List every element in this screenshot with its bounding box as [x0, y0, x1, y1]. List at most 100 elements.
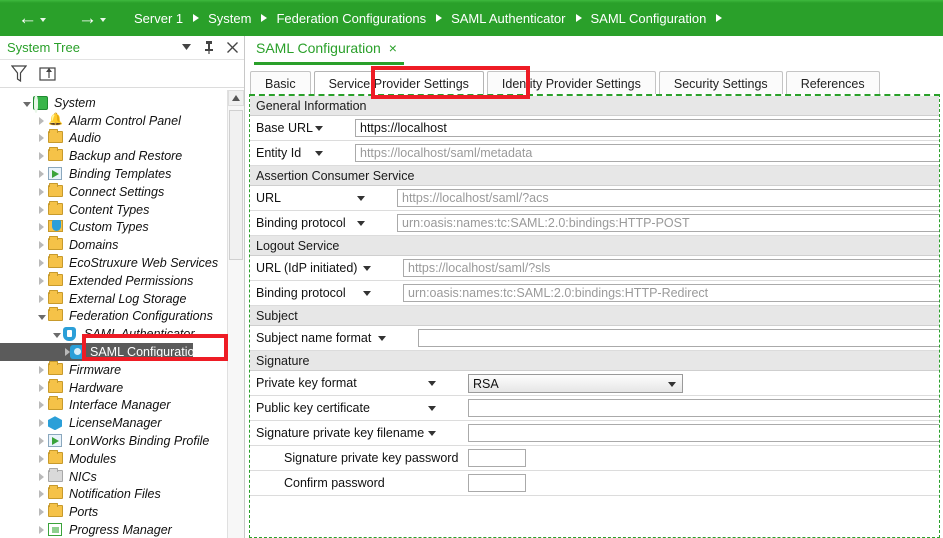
document-tab-saml-configuration[interactable]: SAML Configuration × [256, 40, 397, 56]
breadcrumb-item-4[interactable]: SAML Configuration [589, 11, 709, 26]
tree-expand-closed-icon[interactable] [35, 523, 48, 537]
tree-item-backup-and-restore[interactable]: Backup and Restore [0, 147, 244, 165]
field-dropdown-icon-entity-id[interactable] [315, 151, 323, 156]
breadcrumb-item-2[interactable]: Federation Configurations [274, 11, 428, 26]
system-tree-body[interactable]: System Alarm Control Panel Audio Backup and… [0, 90, 244, 538]
input-signature-private-key-password[interactable] [468, 449, 526, 467]
back-button[interactable]: ← [18, 9, 46, 28]
tab-identity-provider-settings[interactable]: Identity Provider Settings [486, 71, 656, 95]
input-signature-private-key-filename[interactable] [468, 424, 939, 442]
tree-item-external-log-storage[interactable]: External Log Storage [0, 289, 244, 308]
tree-expand-closed-icon[interactable] [35, 381, 48, 395]
tree-expand-closed-icon[interactable] [35, 274, 48, 288]
forward-button[interactable]: → [78, 9, 106, 28]
field-dropdown-icon-subject-name-format[interactable] [378, 336, 386, 341]
chevron-down-icon[interactable] [179, 38, 193, 56]
tree-item-system[interactable]: System [0, 94, 244, 112]
breadcrumb-item-1[interactable]: System [206, 11, 253, 26]
forward-dropdown-icon[interactable] [100, 18, 106, 22]
field-dropdown-icon-binding-protocol[interactable] [363, 291, 371, 296]
back-dropdown-icon[interactable] [40, 18, 46, 22]
breadcrumb-item-0[interactable]: Server 1 [132, 11, 185, 26]
scroll-thumb[interactable] [229, 110, 243, 260]
input-confirm-password[interactable] [468, 474, 526, 492]
tree-item-ports[interactable]: Ports [0, 503, 244, 521]
tree-expand-closed-icon[interactable] [35, 131, 48, 145]
input-binding-protocol[interactable]: urn:oasis:names:tc:SAML:2.0:bindings:HTT… [397, 214, 939, 232]
pin-icon[interactable] [202, 38, 216, 56]
tree-expand-closed-icon[interactable] [35, 238, 48, 252]
settings-tab-strip: Basic Service Provider Settings Identity P… [246, 69, 943, 95]
tree-item-saml-configuration[interactable]: SAML Configuration [0, 343, 201, 361]
tree-item-licensemanager[interactable]: LicenseManager [0, 414, 244, 432]
field-dropdown-icon-binding-protocol[interactable] [357, 221, 365, 226]
combo-private-key-format[interactable]: RSA [468, 374, 683, 393]
tree-item-ecostruxure-web-services[interactable]: EcoStruxure Web Services [0, 254, 244, 272]
tree-item-saml-authenticator[interactable]: SAML Authenticator [0, 325, 244, 343]
combo-chevron-down-icon[interactable] [668, 382, 676, 387]
tree-expand-closed-icon[interactable] [35, 220, 48, 234]
back-arrow-icon[interactable]: ← [18, 9, 37, 28]
tab-service-provider-settings[interactable]: Service Provider Settings [313, 71, 484, 95]
tree-expand-closed-icon[interactable] [35, 185, 48, 199]
input-public-key-certificate[interactable] [468, 399, 939, 417]
tree-item-modules[interactable]: Modules [0, 449, 244, 468]
filter-icon[interactable] [9, 64, 29, 84]
tree-expand-open-icon[interactable] [50, 327, 63, 341]
tree-expand-closed-icon[interactable] [35, 167, 48, 181]
input-binding-protocol[interactable]: urn:oasis:names:tc:SAML:2.0:bindings:HTT… [403, 284, 939, 302]
field-dropdown-icon-base-url[interactable] [315, 126, 323, 131]
tree-expand-closed-icon[interactable] [35, 292, 48, 306]
input-entity-id[interactable]: https://localhost/saml/metadata [355, 144, 939, 162]
tree-item-extended-permissions[interactable]: Extended Permissions [0, 271, 244, 290]
field-dropdown-icon-public-key-certificate[interactable] [428, 406, 436, 411]
tree-expand-closed-icon[interactable] [35, 256, 48, 270]
field-dropdown-icon-url-idp-initiated-[interactable] [363, 266, 371, 271]
tree-expand-closed-icon[interactable] [35, 203, 48, 217]
input-url[interactable]: https://localhost/saml/?acs [397, 189, 939, 207]
tab-references[interactable]: References [785, 71, 880, 95]
tree-expand-closed-icon[interactable] [35, 416, 48, 430]
scroll-up-button[interactable] [228, 90, 244, 106]
breadcrumb-item-3[interactable]: SAML Authenticator [449, 11, 567, 26]
tree-expand-closed-icon[interactable] [35, 505, 48, 519]
tree-expand-open-icon[interactable] [35, 309, 48, 323]
tree-item-binding-templates[interactable]: Binding Templates [0, 165, 244, 183]
document-tab-close-icon[interactable]: × [389, 40, 397, 56]
tree-item-progress-manager[interactable]: Progress Manager [0, 521, 244, 538]
tree-item-federation-configurations[interactable]: Federation Configurations [0, 307, 244, 326]
tree-expand-closed-icon[interactable] [35, 487, 48, 501]
tree-item-hardware[interactable]: Hardware [0, 378, 244, 397]
tree-item-custom-types[interactable]: Custom Types [0, 219, 244, 237]
tree-expand-closed-icon[interactable] [35, 114, 48, 128]
tree-item-audio[interactable]: Audio [0, 129, 244, 148]
expand-to-icon[interactable] [37, 64, 57, 84]
tree-expand-closed-icon[interactable] [35, 470, 48, 484]
input-base-url[interactable]: https://localhost [355, 119, 939, 137]
tree-expand-closed-icon[interactable] [35, 363, 48, 377]
tree-item-connect-settings[interactable]: Connect Settings [0, 182, 244, 201]
tree-item-firmware[interactable]: Firmware [0, 360, 244, 379]
field-dropdown-icon-signature-private-key-filename[interactable] [428, 431, 436, 436]
tree-item-lonworks-binding-profile[interactable]: LonWorks Binding Profile [0, 432, 244, 450]
tree-item-domains[interactable]: Domains [0, 236, 244, 254]
tree-item-notification-files[interactable]: Notification Files [0, 485, 244, 504]
tree-expand-closed-icon[interactable] [35, 149, 48, 163]
tree-scrollbar[interactable] [227, 90, 244, 538]
tree-item-content-types[interactable]: Content Types [0, 200, 244, 219]
tree-expand-closed-icon[interactable] [35, 398, 48, 412]
tree-item-alarm-control-panel[interactable]: Alarm Control Panel [0, 112, 244, 130]
field-dropdown-icon-url[interactable] [357, 196, 365, 201]
tab-security-settings[interactable]: Security Settings [658, 71, 783, 95]
forward-arrow-icon[interactable]: → [78, 9, 97, 28]
input-url-idp-initiated-[interactable]: https://localhost/saml/?sls [403, 259, 939, 277]
tree-expand-open-icon[interactable] [20, 96, 33, 110]
tab-basic[interactable]: Basic [250, 71, 311, 95]
input-subject-name-format[interactable] [418, 329, 939, 347]
tree-expand-closed-icon[interactable] [35, 452, 48, 466]
tree-item-nics[interactable]: NICs [0, 467, 244, 486]
field-dropdown-icon-private-key-format[interactable] [428, 381, 436, 386]
tree-item-interface-manager[interactable]: Interface Manager [0, 396, 244, 415]
close-icon[interactable] [225, 38, 239, 56]
tree-expand-closed-icon[interactable] [35, 434, 48, 448]
